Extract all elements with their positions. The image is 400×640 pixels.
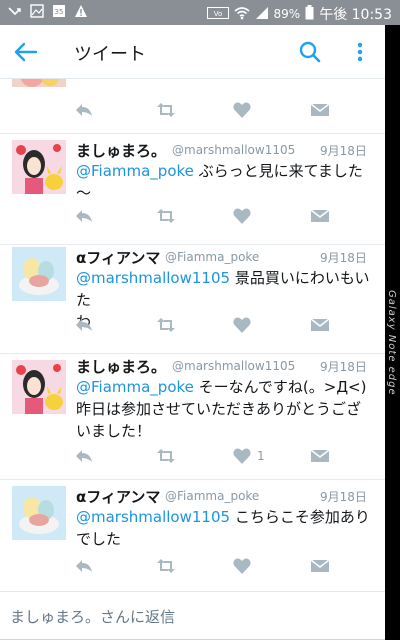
like-count: 1: [257, 449, 265, 463]
tweet-actions: [60, 206, 360, 230]
divider: [0, 244, 385, 245]
tweet-actions: [60, 556, 360, 580]
volte-icon: Vo: [206, 6, 229, 22]
tweet-date: 9月18日: [320, 144, 367, 158]
like-icon[interactable]: [232, 206, 254, 228]
avatar[interactable]: [12, 79, 66, 87]
app-bar: ツイート: [0, 25, 385, 79]
retweet-icon[interactable]: [156, 556, 178, 578]
tweet-text-line: 昨日は参加させていただきありがとうござ: [76, 400, 362, 418]
user-handle: @Fiamma_poke: [165, 250, 260, 264]
user-handle: @Fiamma_poke: [165, 489, 260, 503]
tweet-text-line: ぶらっと見に来てました: [193, 162, 363, 180]
tweet-text: @Fiamma_poke そーなんですね(。>Д<) 昨日は参加させていただきあ…: [76, 376, 376, 442]
mention-link[interactable]: @marshmallow1105: [76, 269, 230, 287]
tweet-text-line: でした: [76, 530, 122, 548]
battery-percent: 89%: [273, 7, 301, 21]
retweet-icon[interactable]: [156, 206, 178, 228]
divider: [0, 353, 385, 354]
edge-screen: Galaxy Note edge: [385, 25, 400, 640]
tweet-date: 9月18日: [320, 251, 367, 265]
back-arrow-icon[interactable]: [12, 39, 40, 65]
reply-icon[interactable]: [74, 556, 96, 578]
missed-call-icon: [8, 4, 22, 18]
like-icon[interactable]: [232, 100, 254, 122]
retweet-icon[interactable]: [156, 315, 178, 337]
tweet-text-line: そーなんですね(。>Д<): [193, 378, 367, 396]
retweet-icon[interactable]: [156, 446, 178, 468]
tweet-text: @Fiamma_poke ぶらっと見に来てました ～: [76, 160, 376, 204]
reply-composer[interactable]: ましゅまろ。さんに返信: [0, 591, 385, 640]
reply-icon[interactable]: [74, 315, 96, 337]
retweet-icon[interactable]: [156, 100, 178, 122]
tweet-date: 9月18日: [320, 490, 367, 504]
sd-card-icon: 35: [52, 4, 66, 18]
signal-icon: [255, 6, 269, 23]
direct-message-icon[interactable]: [310, 446, 332, 468]
user-handle: @marshmallow1105: [172, 143, 296, 157]
notification-icons: 35: [8, 4, 88, 18]
avatar[interactable]: [12, 360, 66, 414]
tweet-date: 9月18日: [320, 360, 367, 374]
mention-link[interactable]: @Fiamma_poke: [76, 378, 194, 396]
gallery-icon: [30, 4, 44, 18]
user-handle: @marshmallow1105: [172, 359, 296, 373]
status-bar: 35 Vo 89% 午後 10:53: [0, 0, 400, 25]
avatar[interactable]: [12, 486, 66, 540]
overflow-menu-icon[interactable]: [350, 38, 370, 66]
mention-link[interactable]: @Fiamma_poke: [76, 162, 194, 180]
edge-label: Galaxy Note edge: [386, 290, 397, 396]
display-name[interactable]: αフィアンマ: [76, 247, 160, 268]
tweet-feed[interactable]: ましゅまろ。 @marshmallow1105 9月18日 @Fiamma_po…: [0, 79, 385, 591]
reply-icon[interactable]: [74, 206, 96, 228]
search-icon[interactable]: [296, 38, 324, 66]
tweet-text-line: こちらこそ参加あり: [230, 508, 370, 526]
reply-icon[interactable]: [74, 100, 96, 122]
display-name[interactable]: ましゅまろ。: [76, 356, 166, 377]
system-status: Vo 89% 午後 10:53: [206, 4, 392, 24]
tweet-text-line: いました！: [76, 422, 152, 440]
like-icon[interactable]: [232, 556, 254, 578]
avatar[interactable]: [12, 140, 66, 194]
direct-message-icon[interactable]: [310, 315, 332, 337]
divider: [0, 133, 385, 134]
display-name[interactable]: ましゅまろ。: [76, 140, 166, 161]
direct-message-icon[interactable]: [310, 556, 332, 578]
page-title: ツイート: [74, 44, 146, 65]
tweet-actions: 1: [60, 446, 360, 470]
divider: [0, 479, 385, 480]
direct-message-icon[interactable]: [310, 100, 332, 122]
battery-icon: [305, 5, 314, 23]
reply-icon[interactable]: [74, 446, 96, 468]
tweet-text-line: ～: [76, 184, 92, 202]
tweet-actions: [60, 315, 360, 339]
display-name[interactable]: αフィアンマ: [76, 486, 160, 507]
avatar[interactable]: [12, 247, 66, 301]
tweet-actions: [60, 100, 360, 124]
tweet-text: @marshmallow1105 こちらこそ参加あり でした: [76, 506, 376, 550]
warning-icon: [74, 4, 88, 18]
svg-text:35: 35: [55, 8, 64, 16]
direct-message-icon[interactable]: [310, 206, 332, 228]
mention-link[interactable]: @marshmallow1105: [76, 508, 230, 526]
like-icon[interactable]: [232, 446, 254, 468]
wifi-icon: [234, 6, 250, 23]
reply-input[interactable]: ましゅまろ。さんに返信: [10, 606, 175, 627]
like-icon[interactable]: [232, 315, 254, 337]
clock: 午後 10:53: [319, 7, 392, 23]
svg-text:Vo: Vo: [213, 10, 222, 18]
